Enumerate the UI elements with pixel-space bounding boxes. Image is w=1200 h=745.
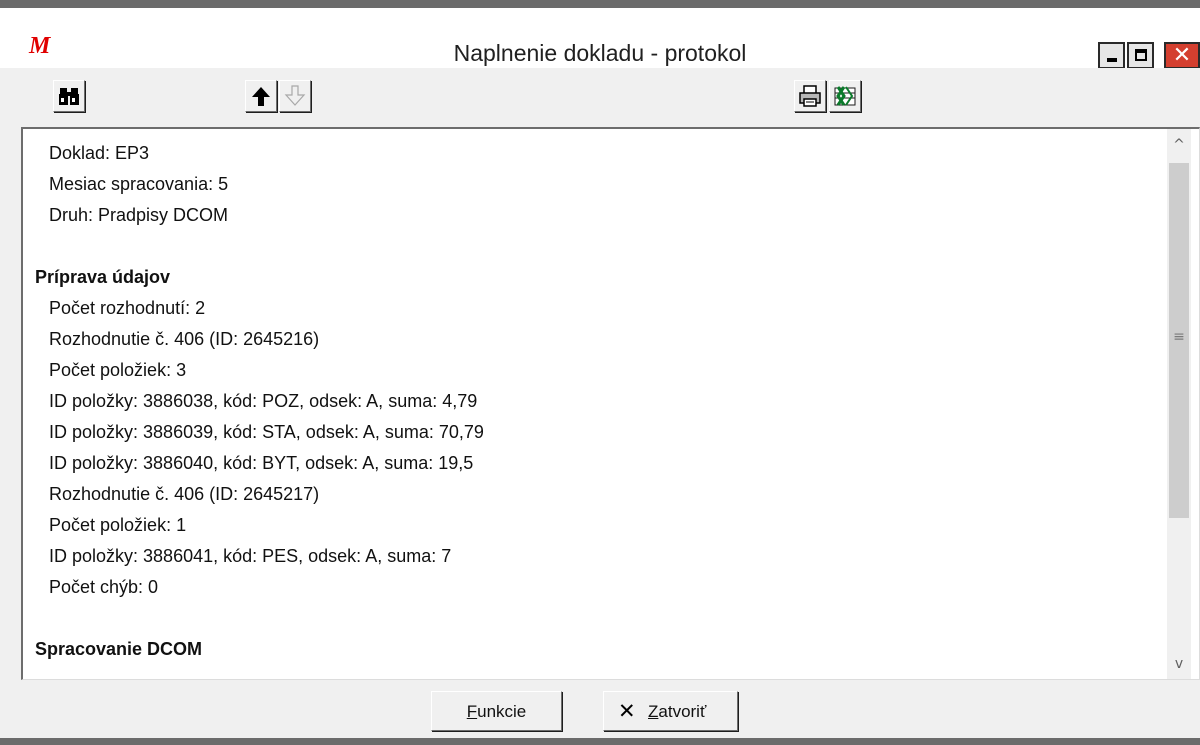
button-bar: Funkcie ✕ Zatvoriť bbox=[0, 680, 1200, 738]
excel-icon bbox=[834, 86, 856, 106]
protocol-log: Doklad: EP3 Mesiac spracovania: 5 Druh: … bbox=[23, 129, 1165, 679]
close-window-button[interactable]: ✕ bbox=[1164, 42, 1200, 69]
scroll-thumb[interactable]: ≡ bbox=[1169, 163, 1189, 518]
zatvorit-label: Zatvoriť bbox=[648, 702, 707, 721]
zatvorit-button[interactable]: ✕ Zatvoriť bbox=[603, 691, 738, 731]
window-bottom-border bbox=[0, 738, 1200, 745]
find-button[interactable] bbox=[53, 80, 85, 112]
title-bar[interactable]: M Naplnenie dokladu - protokol ✕ bbox=[0, 8, 1200, 69]
log-line-polozka-3886040: ID položky: 3886040, kód: BYT, odsek: A,… bbox=[49, 453, 474, 473]
close-icon: ✕ bbox=[618, 699, 636, 723]
previous-button[interactable] bbox=[245, 80, 277, 112]
log-line-polozka-3886041: ID položky: 3886041, kód: PES, odsek: A,… bbox=[49, 546, 452, 566]
log-line-pocet-chyb: Počet chýb: 0 bbox=[49, 577, 159, 597]
log-line-mesiac: Mesiac spracovania: 5 bbox=[49, 174, 229, 194]
minimize-button[interactable] bbox=[1098, 42, 1125, 69]
log-line-rozhodnutie-1: Rozhodnutie č. 406 (ID: 2645216) bbox=[49, 329, 320, 349]
log-line-pocet-rozhodnuti: Počet rozhodnutí: 2 bbox=[49, 298, 206, 318]
scroll-grip-icon: ≡ bbox=[1173, 329, 1185, 345]
section-heading-priprava: Príprava údajov bbox=[35, 267, 171, 287]
maximize-icon bbox=[1135, 49, 1147, 61]
log-line-pocet-poloziek-1: Počet položiek: 3 bbox=[49, 360, 187, 380]
window-top-border bbox=[0, 0, 1200, 8]
maximize-button[interactable] bbox=[1127, 42, 1154, 69]
log-line-polozka-3886038: ID položky: 3886038, kód: POZ, odsek: A,… bbox=[49, 391, 478, 411]
toolbar bbox=[0, 68, 1200, 127]
minimize-icon bbox=[1107, 58, 1117, 62]
next-button[interactable] bbox=[279, 80, 311, 112]
arrow-down-icon bbox=[284, 85, 306, 106]
log-line-druh: Druh: Pradpisy DCOM bbox=[49, 205, 229, 225]
scroll-up-arrow-icon[interactable]: ^ bbox=[1167, 133, 1191, 157]
funkcie-label: Funkcie bbox=[466, 702, 527, 721]
printer-icon bbox=[799, 85, 821, 107]
log-line-polozka-3886039: ID položky: 3886039, kód: STA, odsek: A,… bbox=[49, 422, 484, 442]
log-line-doklad: Doklad: EP3 bbox=[49, 143, 150, 163]
arrow-up-icon bbox=[252, 87, 270, 106]
protocol-window: M Naplnenie dokladu - protokol ✕ Doklad:… bbox=[0, 0, 1200, 745]
close-icon: ✕ bbox=[1172, 43, 1192, 68]
window-title: Naplnenie dokladu - protokol bbox=[453, 40, 747, 66]
binoculars-icon bbox=[59, 88, 79, 105]
export-excel-button[interactable] bbox=[829, 80, 861, 112]
section-heading-spracovanie: Spracovanie DCOM bbox=[35, 639, 203, 659]
funkcie-button[interactable]: Funkcie bbox=[431, 691, 562, 731]
vertical-scrollbar[interactable]: ^ ≡ v bbox=[1167, 129, 1191, 679]
log-line-rozhodnutie-2: Rozhodnutie č. 406 (ID: 2645217) bbox=[49, 484, 320, 504]
protocol-log-area[interactable]: Doklad: EP3 Mesiac spracovania: 5 Druh: … bbox=[21, 127, 1200, 680]
log-line-pocet-poloziek-2: Počet položiek: 1 bbox=[49, 515, 187, 535]
scroll-down-arrow-icon[interactable]: v bbox=[1167, 652, 1191, 676]
print-button[interactable] bbox=[794, 80, 826, 112]
